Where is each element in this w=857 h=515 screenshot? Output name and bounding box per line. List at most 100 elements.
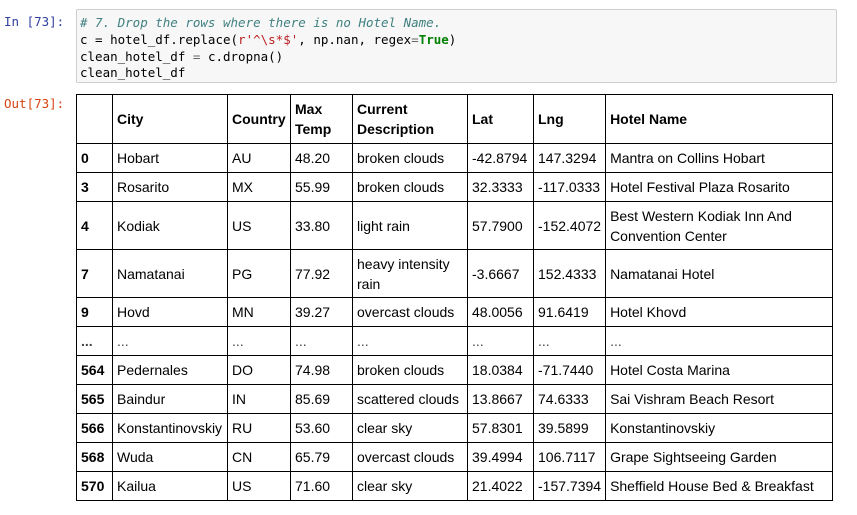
header-line: Current — [357, 101, 408, 117]
index-header — [76, 94, 113, 144]
cell-lat: 21.4022 — [467, 471, 534, 501]
cell-city: Hobart — [112, 143, 228, 173]
cell-temp: 85.69 — [290, 384, 353, 414]
cell-city: Konstantinovskiy — [112, 413, 228, 443]
code-token: , np.nan, regex — [298, 31, 412, 47]
code-line-1: # 7. Drop the rows where there is no Hot… — [80, 15, 836, 32]
column-header-max-temp: Max Temp — [290, 94, 353, 144]
cell-city: Pedernales — [112, 355, 228, 385]
code-token: ) — [448, 31, 457, 47]
cell-lat: 48.0056 — [467, 297, 534, 327]
cell-lng: 74.6333 — [532, 384, 607, 414]
cell-country: ... — [227, 326, 291, 356]
cell-lng: -71.7440 — [532, 355, 607, 385]
cell-desc: ... — [352, 326, 468, 356]
table-row: 9 Hovd MN 39.27 overcast clouds 48.0056 91.641… — [76, 297, 834, 327]
cell-lat: 32.3333 — [467, 172, 534, 202]
cell-temp: ... — [290, 326, 353, 356]
cell-hotel: Sheffield House Bed & Breakfast — [605, 471, 834, 501]
cell-lng: 106.7117 — [532, 442, 607, 472]
row-index: ... — [76, 326, 113, 356]
cell-lat: 57.8301 — [467, 413, 534, 443]
cell-lng: 39.5899 — [532, 413, 607, 443]
cell-lat: ... — [467, 326, 534, 356]
cell-country: MN — [227, 297, 291, 327]
cell-hotel: Mantra on Collins Hobart — [605, 143, 834, 173]
table-row: 568 Wuda CN 65.79 overcast clouds 39.4994 106.… — [76, 442, 834, 472]
code-token: c.dropna() — [200, 48, 284, 64]
header-line: Temp — [295, 121, 332, 137]
cell-desc: broken clouds — [352, 355, 468, 385]
cell-lng: 147.3294 — [532, 143, 607, 173]
cell-hotel: Namatanai Hotel — [605, 249, 834, 298]
column-header-hotel-name: Hotel Name — [605, 94, 834, 144]
cell-city: Wuda — [112, 442, 228, 472]
row-index: 9 — [76, 297, 113, 327]
table-row: 3 Rosarito MX 55.99 broken clouds 32.3333 -117… — [76, 172, 834, 202]
header-line: Max — [295, 101, 323, 117]
cell-lng: 91.6419 — [532, 297, 607, 327]
row-index: 3 — [76, 172, 113, 202]
code-line-2: c = hotel_df.replace(r'^\s*$', np.nan, r… — [80, 32, 836, 49]
table-row: 565 Baindur IN 85.69 scattered clouds 13.8667… — [76, 384, 834, 414]
cell-lng: ... — [532, 326, 607, 356]
input-prompt: In [73]: — [4, 14, 65, 29]
column-header-country: Country — [227, 94, 291, 144]
column-header-lat: Lat — [467, 94, 534, 144]
cell-desc: scattered clouds — [352, 384, 468, 414]
cell-city: Rosarito — [112, 172, 228, 202]
cell-lat: -42.8794 — [467, 143, 534, 173]
cell-lat: 39.4994 — [467, 442, 534, 472]
cell-hotel: Konstantinovskiy — [605, 413, 834, 443]
cell-city: Namatanai — [112, 249, 228, 298]
cell-city: Baindur — [112, 384, 228, 414]
row-index: 570 — [76, 471, 113, 501]
header-line: Description — [357, 121, 435, 137]
cell-country: DO — [227, 355, 291, 385]
cell-desc: clear sky — [352, 471, 468, 501]
cell-desc: light rain — [352, 201, 468, 250]
cell-temp: 48.20 — [290, 143, 353, 173]
cell-country: RU — [227, 413, 291, 443]
row-index: 564 — [76, 355, 113, 385]
cell-desc: broken clouds — [352, 143, 468, 173]
cell-country: US — [227, 471, 291, 501]
cell-country: PG — [227, 249, 291, 298]
cell-desc: clear sky — [352, 413, 468, 443]
cell-temp: 74.98 — [290, 355, 353, 385]
cell-temp: 71.60 — [290, 471, 353, 501]
code-token: c = hotel_df.replace( — [80, 31, 239, 47]
code-input-area[interactable]: # 7. Drop the rows where there is no Hot… — [76, 9, 837, 83]
code-string: r'^\s*$' — [238, 31, 299, 47]
cell-hotel: Grape Sightseeing Garden — [605, 442, 834, 472]
cell-city: Kodiak — [112, 201, 228, 250]
row-index: 566 — [76, 413, 113, 443]
code-keyword: True — [418, 31, 449, 47]
dataframe-table: City Country Max Temp Current Description … — [76, 94, 834, 501]
cell-temp: 77.92 — [290, 249, 353, 298]
cell-lat: 18.0384 — [467, 355, 534, 385]
row-index: 565 — [76, 384, 113, 414]
table-row: 7 Namatanai PG 77.92 heavy intensity rain -3.… — [76, 249, 834, 298]
cell-temp: 65.79 — [290, 442, 353, 472]
cell-hotel: Hotel Costa Marina — [605, 355, 834, 385]
cell-country: CN — [227, 442, 291, 472]
cell-desc: overcast clouds — [352, 442, 468, 472]
column-header-city: City — [112, 94, 228, 144]
cell-city: ... — [112, 326, 228, 356]
cell-country: US — [227, 201, 291, 250]
cell-hotel: Hotel Khovd — [605, 297, 834, 327]
column-header-lng: Lng — [532, 94, 607, 144]
cell-lat: 13.8667 — [467, 384, 534, 414]
cell-lng: 152.4333 — [532, 249, 607, 298]
cell-hotel: Sai Vishram Beach Resort — [605, 384, 834, 414]
cell-hotel: Hotel Festival Plaza Rosarito — [605, 172, 834, 202]
table-row: 0 Hobart AU 48.20 broken clouds -42.8794 147.3… — [76, 143, 834, 173]
cell-temp: 53.60 — [290, 413, 353, 443]
code-line-4: clean_hotel_df — [80, 65, 836, 82]
table-row: 566 Konstantinovskiy RU 53.60 clear sky 57.83… — [76, 413, 834, 443]
output-prompt: Out[73]: — [4, 96, 65, 111]
code-line-3: clean_hotel_df = c.dropna() — [80, 49, 836, 66]
code-operator: = — [411, 31, 419, 47]
cell-hotel: Best Western Kodiak Inn And Convention C… — [605, 201, 834, 250]
